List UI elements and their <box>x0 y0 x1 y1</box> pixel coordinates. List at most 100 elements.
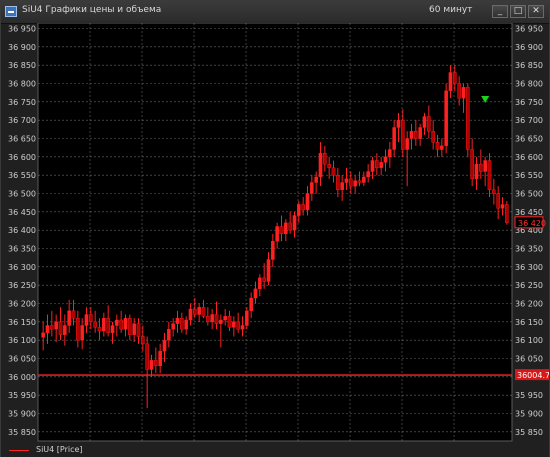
candle-body <box>110 325 115 334</box>
maximize-button[interactable]: □ <box>510 5 526 18</box>
candle-body <box>106 317 110 334</box>
candle-body <box>284 222 288 235</box>
y-tick-label-right: 36 850 <box>515 61 543 70</box>
y-tick-label-right: 36 600 <box>515 153 543 162</box>
candle-body <box>258 277 262 290</box>
candle-body <box>184 319 188 330</box>
candle-body <box>84 314 89 326</box>
candle-body <box>457 83 461 99</box>
candle-body <box>366 171 370 178</box>
candle-body <box>479 163 483 172</box>
y-tick-label-right: 36 950 <box>515 25 543 34</box>
candle-body <box>487 160 492 191</box>
candle-body <box>418 127 422 139</box>
y-tick-label-left: 36 750 <box>8 98 36 107</box>
candle-body <box>262 277 266 282</box>
candle-body <box>67 310 71 326</box>
candle-body <box>214 314 219 324</box>
candle-body <box>80 325 84 341</box>
candle-body <box>505 204 509 224</box>
candle-body <box>141 336 145 345</box>
y-tick-label-left: 36 250 <box>8 281 36 290</box>
minimize-button[interactable]: _ <box>492 5 508 18</box>
y-tick-label-left: 36 600 <box>8 153 36 162</box>
y-tick-label-right: 36 350 <box>515 245 543 254</box>
candle-body <box>167 328 171 341</box>
candle-body <box>383 156 388 163</box>
close-button[interactable]: ✕ <box>528 5 544 18</box>
candle-body <box>375 160 379 169</box>
candle-body <box>253 288 258 299</box>
candle-body <box>409 130 414 139</box>
y-tick-label-left: 36 500 <box>8 190 36 199</box>
candle-body <box>210 314 214 323</box>
candle-body <box>466 86 470 150</box>
candle-body <box>58 321 63 335</box>
candle-body <box>470 149 474 180</box>
candle-body <box>440 145 444 150</box>
legend: SiU4 [Price] <box>1 443 549 457</box>
candle-body <box>245 310 249 326</box>
candle-body <box>236 321 240 330</box>
candle-body <box>162 339 167 352</box>
candle-body <box>266 259 271 282</box>
y-tick-label-right: 36 100 <box>515 336 543 345</box>
candle[interactable] <box>505 200 509 225</box>
candle-body <box>50 325 54 330</box>
legend-line <box>9 450 29 451</box>
y-tick-label-right: 36 550 <box>515 171 543 180</box>
y-tick-label-left: 36 050 <box>8 355 36 364</box>
y-tick-label-right: 35 850 <box>515 428 543 437</box>
candle-body <box>271 240 275 260</box>
candle-body <box>310 182 314 194</box>
y-tick-label-left: 36 850 <box>8 61 36 70</box>
y-tick-label-left: 36 300 <box>8 263 36 272</box>
candle-body <box>323 152 327 165</box>
candle-body <box>349 178 353 187</box>
candle-body <box>340 182 344 191</box>
y-tick-label-right: 36 200 <box>515 300 543 309</box>
candle-body <box>336 174 340 191</box>
candle[interactable] <box>466 83 470 157</box>
candle-body <box>431 130 435 143</box>
price-chart[interactable]: 36 950 36 900 36 850 36 800 36 750 36 700 36 6… <box>1 23 549 442</box>
candle-body <box>427 116 431 132</box>
candle-body <box>392 127 396 150</box>
candle-body <box>474 163 479 180</box>
title-bar[interactable]: SiU4 Графики цены и объема 60 минут _ □ … <box>1 1 549 24</box>
y-tick-label-right: 36 650 <box>515 135 543 144</box>
plot-area[interactable] <box>37 23 513 442</box>
candle-body <box>119 319 123 330</box>
y-tick-label-left: 35 950 <box>8 391 36 400</box>
candle[interactable] <box>444 83 448 154</box>
candle-body <box>327 163 331 169</box>
candle-body <box>314 176 318 183</box>
candle-body <box>396 119 401 128</box>
candle-body <box>275 226 279 242</box>
candle-body <box>197 306 201 315</box>
y-tick-label-left: 36 100 <box>8 336 36 345</box>
candle-body <box>188 308 193 321</box>
current-price-label: 36 420 <box>518 219 546 228</box>
y-tick-label-right: 35 900 <box>515 410 543 419</box>
candle-body <box>136 323 141 337</box>
y-tick-label-left: 36 900 <box>8 43 36 52</box>
candle-body <box>297 204 301 216</box>
candle-body <box>102 317 106 332</box>
candle-body <box>435 141 440 150</box>
candle-body <box>422 116 427 128</box>
candle-body <box>193 308 197 315</box>
app-icon <box>5 6 17 17</box>
y-tick-label-left: 36 150 <box>8 318 36 327</box>
candle-body <box>483 160 487 172</box>
window-title: SiU4 Графики цены и объема <box>22 5 162 15</box>
candle-body <box>128 317 132 335</box>
candle-body <box>318 152 323 178</box>
candle-body <box>93 321 97 328</box>
candle-body <box>353 180 357 187</box>
candle-body <box>461 86 466 99</box>
y-tick-label-left: 36 450 <box>8 208 36 217</box>
candle-body <box>305 193 310 211</box>
timeframe-label[interactable]: 60 минут <box>429 5 472 15</box>
y-tick-label-right: 36 450 <box>515 208 543 217</box>
